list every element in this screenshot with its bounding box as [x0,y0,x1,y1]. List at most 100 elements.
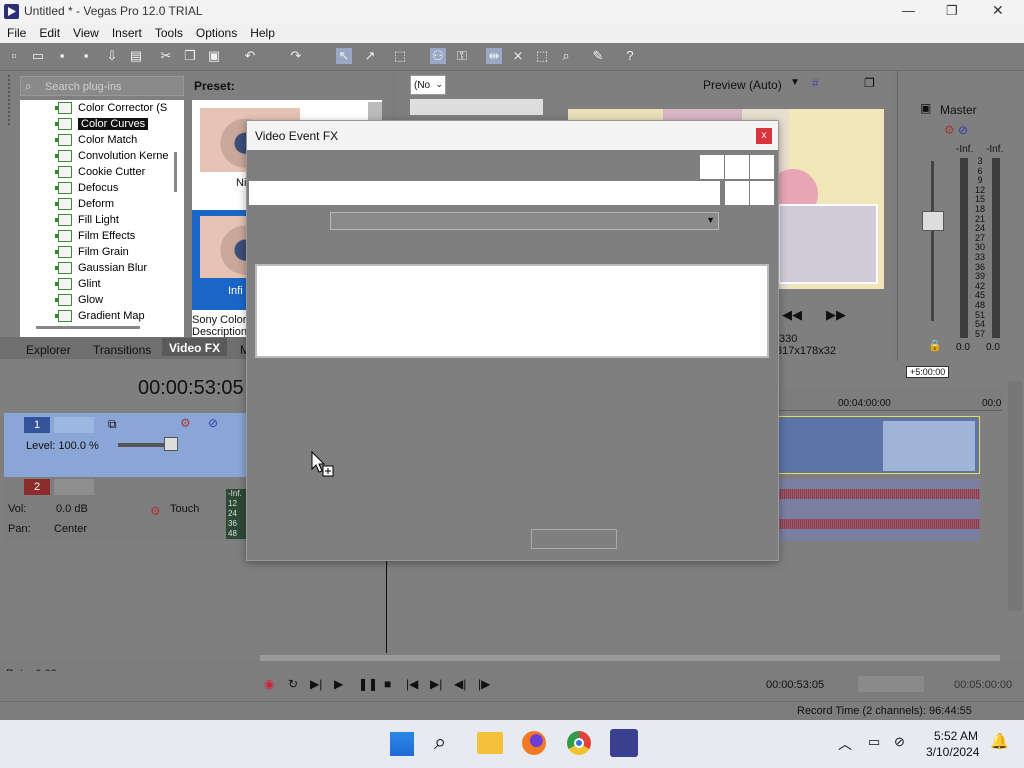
dialog-close-button[interactable]: x [756,128,772,144]
stop-icon[interactable]: ■ [384,677,391,691]
chrome-icon[interactable] [567,731,591,755]
file-explorer-icon[interactable] [477,732,503,754]
fx-chain-bar[interactable] [249,181,720,205]
save-icon[interactable]: ▪ [54,48,70,64]
snapping-icon[interactable]: ⇹ [486,48,502,64]
clock-time[interactable]: 5:52 AM [934,729,978,743]
record-icon[interactable]: ◉ [264,677,274,691]
timeline-hscrollbar[interactable] [260,655,1000,661]
undo-icon[interactable]: ↶ [242,48,258,64]
clock-date[interactable]: 3/10/2024 [926,745,979,759]
playhead[interactable] [386,561,387,653]
tree-hscrollbar[interactable] [36,326,140,329]
menu-edit[interactable]: Edit [32,24,66,40]
zoom-tool-icon[interactable]: ⬚ [534,48,550,64]
prev-frame-icon[interactable]: ◀| [454,677,466,691]
plugin-tree[interactable]: Color Corrector (S Color Curves Color Ma… [20,100,184,337]
vegas-taskbar-icon[interactable] [610,729,638,757]
magnify-icon[interactable]: ⌕ [558,48,574,64]
copy-snapshot-icon[interactable]: ❐ [864,76,875,90]
menu-tools[interactable]: Tools [148,24,189,40]
fx-icon[interactable]: ⚙ [150,504,161,518]
tree-item[interactable]: Fill Light [55,214,119,230]
fx-chain-button[interactable] [750,181,774,205]
tree-item[interactable]: Color Corrector (S [55,102,167,118]
normal-edit-tool-icon[interactable]: ↖ [336,48,352,64]
tree-item-selected[interactable]: Color Curves [55,118,149,134]
render-icon[interactable]: ⇩ [104,48,120,64]
tree-item[interactable]: Film Effects [55,230,135,246]
go-to-start-icon[interactable]: |◀ [406,677,418,691]
video-event[interactable] [776,416,980,474]
chevron-up-icon[interactable]: ︿ [838,734,852,754]
go-to-end-icon[interactable]: ▶| [430,677,442,691]
preset-scrollbar[interactable] [368,102,382,120]
save-as-icon[interactable]: ▪ [78,48,94,64]
lock-envelopes-icon[interactable]: ⚿ [454,48,470,64]
new-file-icon[interactable]: ▫ [6,48,22,64]
network-icon[interactable]: ▭ [868,734,880,750]
menu-insert[interactable]: Insert [105,24,148,40]
next-frame-icon[interactable]: ▶▶ [826,307,846,323]
help-icon[interactable]: ? [622,48,638,64]
tree-item[interactable]: Deform [55,198,114,214]
properties-icon[interactable]: ▤ [128,48,144,64]
cut-icon[interactable]: ✂ [158,48,174,64]
bypass-icon[interactable]: ⊘ [958,123,968,137]
master-fader-handle[interactable] [922,211,944,231]
tree-item[interactable]: Color Match [55,134,137,150]
tab-video-fx[interactable]: Video FX [162,338,228,356]
auto-ripple-icon[interactable]: ⚇ [430,48,446,64]
grid-icon[interactable]: # [812,76,819,90]
tab-transitions[interactable]: Transitions [93,341,151,359]
selection-tool-icon[interactable]: ⬚ [392,48,408,64]
ignore-grouping-icon[interactable]: ✎ [590,48,606,64]
open-folder-icon[interactable]: ▭ [30,48,46,64]
tree-item[interactable]: Cookie Cutter [55,166,145,182]
paste-icon[interactable]: ▣ [206,48,222,64]
tree-item[interactable]: Gaussian Blur [55,262,147,278]
notification-bell-icon[interactable]: 🔔 [990,732,1009,750]
tab-explorer[interactable]: Explorer [26,341,71,359]
copy-icon[interactable]: ❐ [182,48,198,64]
tree-item[interactable]: Film Grain [55,246,129,262]
fx-icon[interactable]: ⚙ [944,123,955,137]
maximize-button[interactable]: ❐ [946,3,958,19]
track-name-field[interactable] [54,417,94,433]
menu-file[interactable]: File [0,24,32,40]
tree-item[interactable]: Glow [55,294,103,310]
menu-view[interactable]: View [66,24,105,40]
motion-icon[interactable]: ⧉ [108,417,117,432]
play-icon[interactable]: ▶ [334,677,343,691]
level-slider-handle[interactable] [164,437,178,451]
fx-chain-button[interactable] [700,155,724,179]
tree-item[interactable]: Convolution Kerne [55,150,169,166]
bypass-icon[interactable]: ⊘ [208,416,218,430]
tree-item[interactable]: Gradient Map [55,310,145,326]
search-plugins-input[interactable]: ⌕ Search plug-ins [20,76,184,96]
tree-item[interactable]: Defocus [55,182,118,198]
redo-icon[interactable]: ↷ [288,48,304,64]
audio-track-header[interactable]: 2 ⚙ Vol: 0.0 dB Touch Pan: Center -Inf. … [4,479,254,541]
lock-icon[interactable]: 🔒 [928,339,942,352]
master-mute-icon[interactable]: ▣ [920,101,931,115]
pause-icon[interactable]: ❚❚ [358,677,378,691]
next-frame-icon[interactable]: |▶ [478,677,490,691]
fx-chain-button[interactable] [725,155,749,179]
track-name-field[interactable] [54,479,94,495]
start-menu-icon[interactable] [390,732,414,756]
preview-select[interactable]: (No ⌄ [410,75,446,95]
automation-mode[interactable]: Touch [170,503,199,515]
envelope-edit-tool-icon[interactable]: ↗ [362,48,378,64]
preview-mode-label[interactable]: Preview (Auto) [703,78,782,92]
video-track-header[interactable]: 1 ⧉ ⚙ ⊘ Level: 100.0 % [4,413,254,477]
volume-muted-icon[interactable]: ⊘ [894,734,905,750]
firefox-icon[interactable] [522,731,546,755]
chevron-down-icon[interactable]: ▼ [790,77,800,88]
fx-chain-button[interactable] [725,181,749,205]
menu-help[interactable]: Help [243,24,281,40]
prev-frame-icon[interactable]: ◀◀ [782,307,802,323]
audio-event[interactable] [776,479,980,541]
play-from-start-icon[interactable]: ▶| [310,677,322,691]
tree-item[interactable]: Glint [55,278,101,294]
